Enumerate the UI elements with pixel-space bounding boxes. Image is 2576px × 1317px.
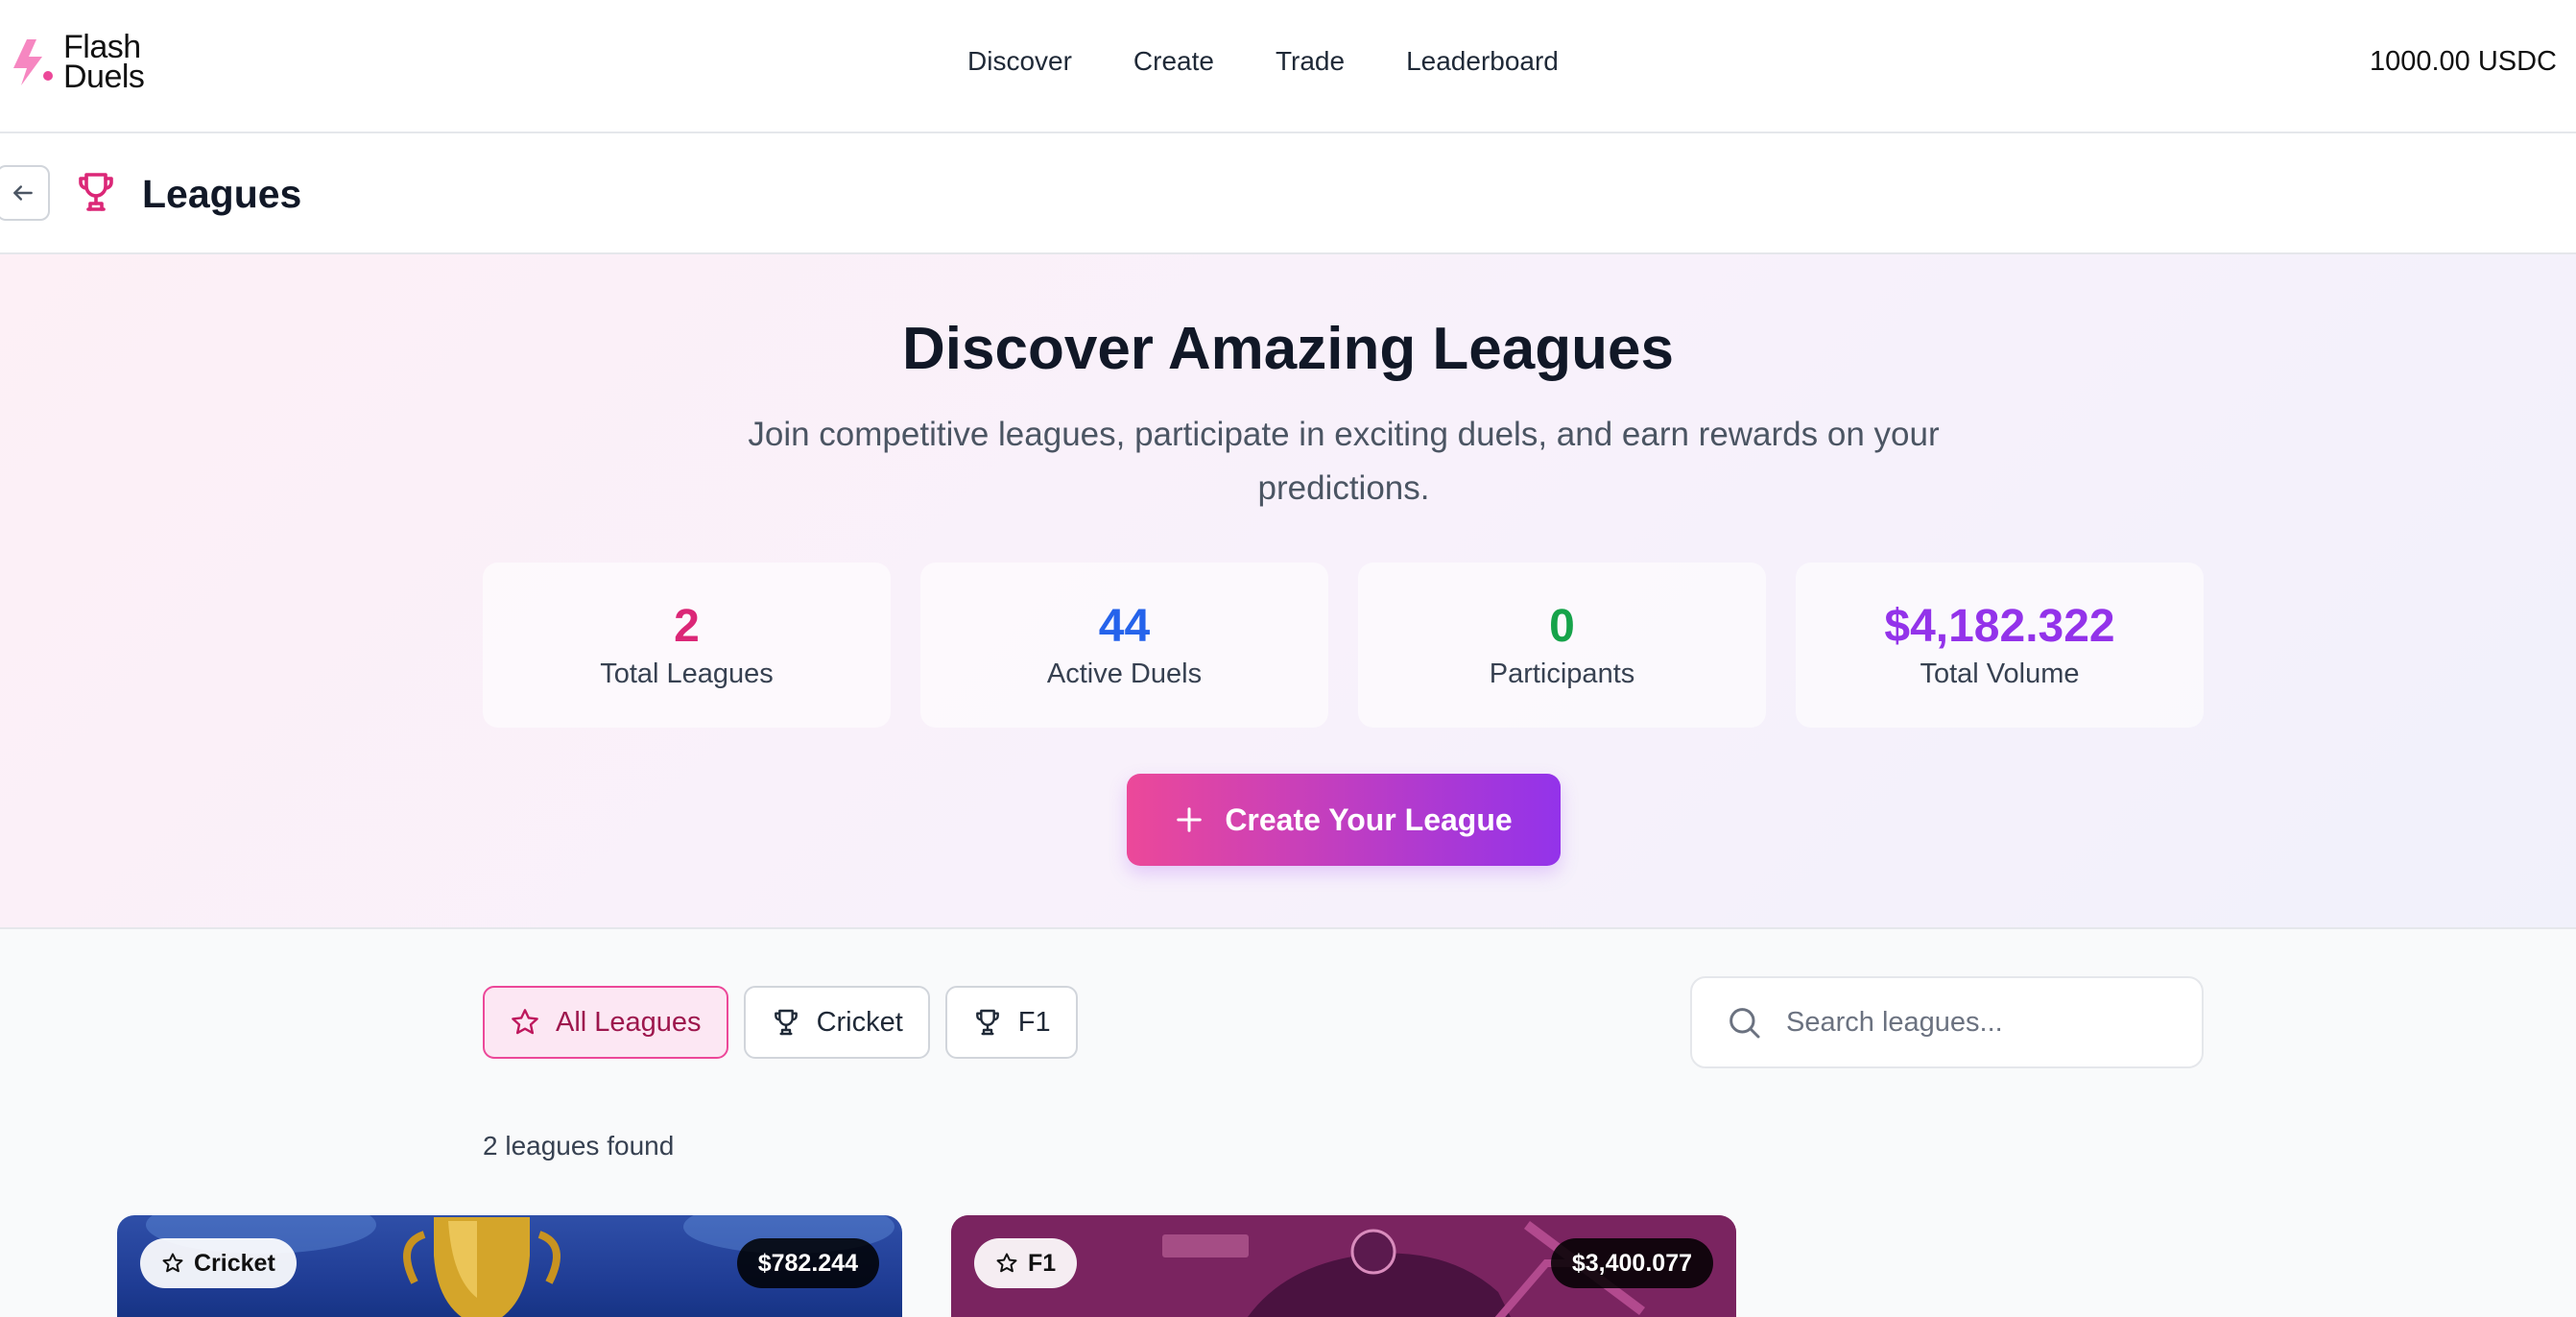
nav-create[interactable]: Create bbox=[1133, 46, 1214, 77]
tab-f1[interactable]: F1 bbox=[944, 986, 1078, 1059]
nav-discover[interactable]: Discover bbox=[967, 46, 1072, 77]
plus-icon bbox=[1177, 807, 1203, 832]
top-navbar: Flash Duels Discover Create Trade Leader… bbox=[0, 0, 2576, 133]
stat-value: 44 bbox=[1098, 600, 1151, 652]
trophy-icon bbox=[79, 173, 113, 211]
arrow-left-icon bbox=[13, 185, 33, 201]
trophy-icon bbox=[975, 1009, 999, 1036]
main-nav: Discover Create Trade Leaderboard bbox=[967, 46, 1620, 77]
league-card-cricket[interactable]: Cricket $782.244 bbox=[117, 1215, 902, 1317]
stat-total-leagues: 2 Total Leagues bbox=[483, 563, 891, 728]
league-volume-badge: $782.244 bbox=[736, 1238, 879, 1288]
logo-text: Flash Duels bbox=[63, 31, 145, 95]
nav-leaderboard[interactable]: Leaderboard bbox=[1406, 46, 1559, 77]
search-input[interactable] bbox=[1786, 1006, 2189, 1039]
category-tabs: All Leagues Cricket F1 bbox=[483, 986, 1093, 1059]
league-volume-badge: $3,400.077 bbox=[1550, 1238, 1713, 1288]
tab-label: F1 bbox=[1017, 1006, 1051, 1038]
stat-value: 0 bbox=[1549, 600, 1575, 652]
league-card-f1[interactable]: F1 $3,400.077 bbox=[951, 1215, 1736, 1317]
stat-value: $4,182.322 bbox=[1884, 600, 2115, 652]
nav-trade[interactable]: Trade bbox=[1276, 46, 1345, 77]
league-category-badge: Cricket bbox=[140, 1238, 297, 1288]
app-logo[interactable]: Flash Duels bbox=[8, 31, 145, 95]
create-league-button[interactable]: Create Your League bbox=[1127, 774, 1561, 866]
tab-all-leagues[interactable]: All Leagues bbox=[483, 986, 728, 1059]
stat-label: Total Volume bbox=[1920, 658, 2080, 689]
tab-cricket[interactable]: Cricket bbox=[743, 986, 930, 1059]
stat-total-volume: $4,182.322 Total Volume bbox=[1796, 563, 2204, 728]
page-header: Leagues bbox=[0, 133, 2576, 254]
stat-label: Total Leagues bbox=[600, 658, 774, 689]
stat-participants: 0 Participants bbox=[1358, 563, 1766, 728]
star-icon bbox=[162, 1253, 183, 1273]
results-count: 2 leagues found bbox=[483, 1131, 675, 1161]
page-title: Leagues bbox=[142, 172, 302, 216]
hero-section: Discover Amazing Leagues Join competitiv… bbox=[0, 254, 2576, 929]
stat-label: Active Duels bbox=[1046, 658, 1203, 689]
hero-subtitle: Join competitive leagues, participate in… bbox=[748, 416, 1940, 507]
hero-title: Discover Amazing Leagues bbox=[902, 316, 1674, 382]
league-category-label: F1 bbox=[1028, 1249, 1057, 1277]
flash-icon bbox=[13, 39, 53, 85]
stats-row: 2 Total Leagues 44 Active Duels 0 Partic… bbox=[483, 563, 2233, 728]
league-category-label: Cricket bbox=[194, 1249, 275, 1277]
star-icon bbox=[512, 1009, 538, 1035]
league-category-badge: F1 bbox=[974, 1238, 1078, 1288]
tab-label: All Leagues bbox=[556, 1006, 702, 1038]
logo-text-line2: Duels bbox=[63, 59, 145, 95]
back-button[interactable] bbox=[0, 165, 50, 221]
search-icon bbox=[1729, 1008, 1760, 1039]
tab-label: Cricket bbox=[816, 1006, 903, 1038]
stat-active-duels: 44 Active Duels bbox=[920, 563, 1328, 728]
wallet-balance[interactable]: 1000.00 USDC bbox=[2370, 46, 2557, 78]
create-league-label: Create Your League bbox=[1225, 802, 1513, 837]
search-box bbox=[1690, 976, 2204, 1068]
trophy-icon bbox=[774, 1009, 798, 1036]
star-icon bbox=[996, 1253, 1017, 1273]
stat-label: Participants bbox=[1489, 658, 1635, 689]
stat-value: 2 bbox=[674, 600, 700, 652]
